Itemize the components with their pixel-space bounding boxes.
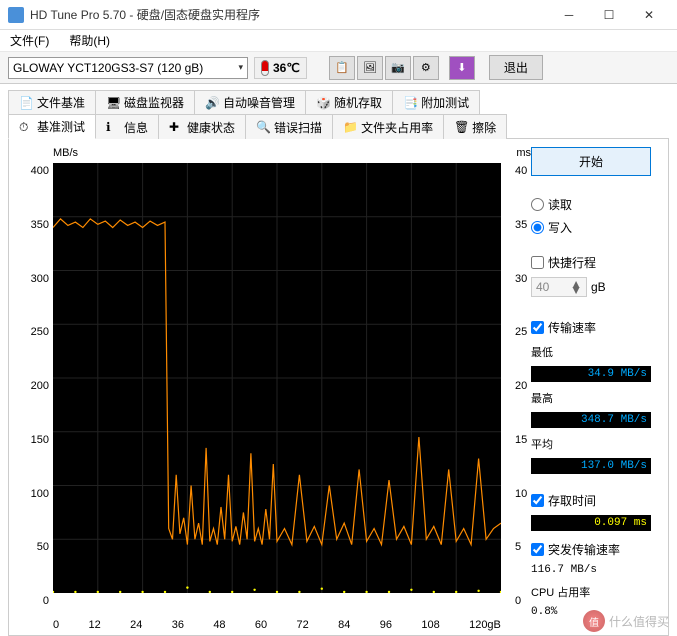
- tab-random-access[interactable]: 🎲随机存取: [305, 90, 393, 114]
- read-radio-row[interactable]: 读取: [531, 196, 651, 213]
- access-time-row[interactable]: 存取时间: [531, 492, 651, 509]
- save-button[interactable]: ⬇: [449, 56, 475, 80]
- trash-icon: 🗑: [454, 120, 468, 134]
- menubar: 文件(F) 帮助(H): [0, 30, 677, 52]
- side-panel: 开始 读取 写入 快捷行程 40 ▲▼ gB 传输速率 最低 34.9 MB/s…: [531, 147, 651, 627]
- max-label: 最高: [531, 390, 651, 406]
- dropdown-icon: ▾: [238, 62, 243, 73]
- close-button[interactable]: ✕: [629, 1, 669, 29]
- avg-label: 平均: [531, 436, 651, 452]
- chart-plot-area: [53, 163, 501, 593]
- speaker-icon: 🔊: [205, 96, 219, 110]
- burst-value: 116.7 MB/s: [531, 564, 651, 576]
- y-axis-left: 050100150200250300350400: [21, 157, 51, 597]
- speedometer-icon: ⏱: [19, 120, 33, 134]
- dice-icon: 🎲: [316, 96, 330, 110]
- monitor-icon: 🖥: [106, 96, 120, 110]
- drive-select[interactable]: GLOWAY YCT120GS3-S7 (120 gB) ▾: [8, 57, 248, 79]
- exit-button[interactable]: 退出: [489, 55, 543, 80]
- tab-health[interactable]: ✚健康状态: [158, 114, 246, 139]
- screenshot-button[interactable]: 📷: [385, 56, 411, 80]
- app-icon: [8, 7, 24, 23]
- toolbar-buttons: 📋 🖼 📷 ⚙ ⬇: [329, 56, 475, 80]
- tab-disk-monitor[interactable]: 🖥磁盘监视器: [95, 90, 195, 114]
- list-icon: 📑: [403, 96, 417, 110]
- y-left-label: MB/s: [53, 147, 78, 159]
- folder-icon: 📁: [343, 120, 357, 134]
- drive-name: GLOWAY YCT120GS3-S7 (120 gB): [13, 61, 203, 75]
- toolbar: GLOWAY YCT120GS3-S7 (120 gB) ▾ 36℃ 📋 🖼 📷…: [0, 52, 677, 84]
- burst-row[interactable]: 突发传输速率: [531, 541, 651, 558]
- window-title: HD Tune Pro 5.70 - 硬盘/固态硬盘实用程序: [30, 6, 549, 23]
- file-icon: 📄: [19, 96, 33, 110]
- shortstroke-spinner-row: 40 ▲▼ gB: [531, 277, 651, 297]
- tab-file-benchmark[interactable]: 📄文件基准: [8, 90, 96, 114]
- tab-aam[interactable]: 🔊自动噪音管理: [194, 90, 306, 114]
- max-value: 348.7 MB/s: [531, 412, 651, 428]
- tab-extra-tests[interactable]: 📑附加测试: [392, 90, 480, 114]
- min-label: 最低: [531, 344, 651, 360]
- avg-value: 137.0 MB/s: [531, 458, 651, 474]
- cpu-value: 0.8%: [531, 606, 651, 618]
- copy-info-button[interactable]: 📋: [329, 56, 355, 80]
- tabs: 📄文件基准 🖥磁盘监视器 🔊自动噪音管理 🎲随机存取 📑附加测试 ⏱基准测试 ℹ…: [0, 84, 677, 139]
- tab-folder-usage[interactable]: 📁文件夹占用率: [332, 114, 444, 139]
- tab-error-scan[interactable]: 🔍错误扫描: [245, 114, 333, 139]
- tab-erase[interactable]: 🗑擦除: [443, 114, 507, 139]
- maximize-button[interactable]: ☐: [589, 1, 629, 29]
- health-icon: ✚: [169, 120, 183, 134]
- tab-row-2: ⏱基准测试 ℹ信息 ✚健康状态 🔍错误扫描 📁文件夹占用率 🗑擦除: [8, 114, 669, 139]
- access-value: 0.097 ms: [531, 515, 651, 531]
- titlebar: HD Tune Pro 5.70 - 硬盘/固态硬盘实用程序 ─ ☐ ✕: [0, 0, 677, 30]
- y-axis-right: 0510152025303540: [513, 157, 539, 597]
- options-button[interactable]: ⚙: [413, 56, 439, 80]
- menu-file[interactable]: 文件(F): [4, 30, 55, 51]
- shortstroke-spinner[interactable]: 40 ▲▼: [531, 277, 587, 297]
- copy-screenshot-button[interactable]: 🖼: [357, 56, 383, 80]
- menu-help[interactable]: 帮助(H): [63, 30, 116, 51]
- transfer-rate-row[interactable]: 传输速率: [531, 319, 651, 336]
- cpu-label: CPU 占用率: [531, 584, 651, 600]
- min-value: 34.9 MB/s: [531, 366, 651, 382]
- tab-info[interactable]: ℹ信息: [95, 114, 159, 139]
- minimize-button[interactable]: ─: [549, 1, 589, 29]
- shortstroke-row[interactable]: 快捷行程: [531, 254, 651, 271]
- content: MB/s ms 050100150200250300350400 0510152…: [8, 138, 669, 636]
- spinner-arrows-icon: ▲▼: [570, 281, 582, 293]
- tab-row-1: 📄文件基准 🖥磁盘监视器 🔊自动噪音管理 🎲随机存取 📑附加测试: [8, 90, 669, 114]
- temperature-value: 36℃: [273, 61, 300, 75]
- thermometer-icon: [261, 60, 269, 76]
- x-axis: 01224364860728496108120gB: [53, 619, 501, 631]
- chart: MB/s ms 050100150200250300350400 0510152…: [21, 147, 521, 627]
- start-button[interactable]: 开始: [531, 147, 651, 176]
- tab-benchmark[interactable]: ⏱基准测试: [8, 114, 96, 139]
- write-radio-row[interactable]: 写入: [531, 219, 651, 236]
- magnify-icon: 🔍: [256, 120, 270, 134]
- temperature-badge: 36℃: [254, 57, 307, 79]
- info-icon: ℹ: [106, 120, 120, 134]
